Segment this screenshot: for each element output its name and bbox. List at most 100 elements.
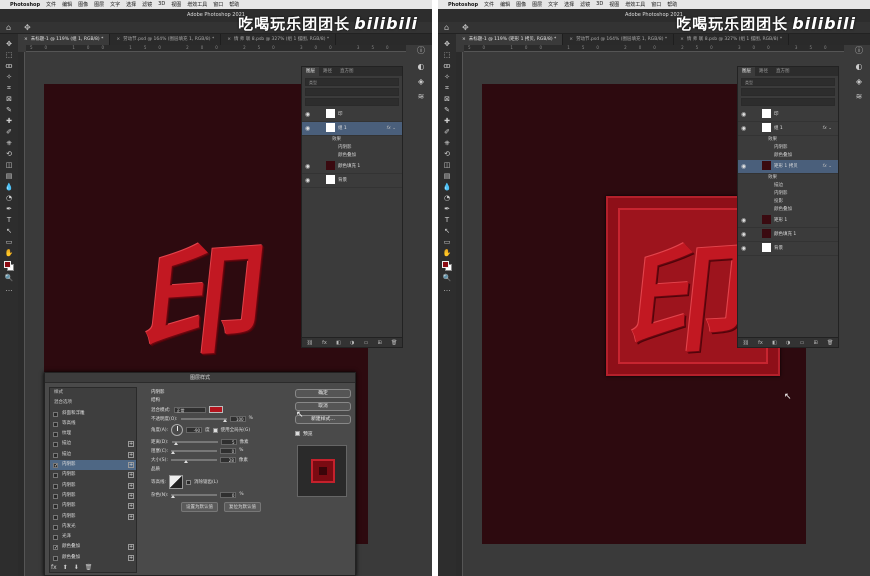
color-swatches[interactable] (441, 260, 453, 272)
channels-icon[interactable]: ≋ (856, 92, 863, 101)
add-effect-icon[interactable]: + (128, 554, 134, 561)
effect-item[interactable]: 内阴影 + (50, 481, 136, 491)
effects-header[interactable]: 效果 (738, 174, 838, 182)
move-up-icon[interactable]: ⬆ (63, 564, 68, 571)
new-layer-icon[interactable]: ⊞ (378, 340, 382, 346)
size-slider[interactable] (170, 458, 217, 463)
menu-6[interactable]: 滤镜 (580, 1, 590, 8)
menu-11[interactable]: 帮助 (667, 1, 677, 8)
effect-checkbox[interactable] (53, 543, 58, 554)
link-icon[interactable]: ⛓ (743, 340, 749, 346)
layer-row[interactable]: ◉ 背景 (738, 242, 838, 256)
size-input[interactable]: 28 (219, 456, 236, 463)
panel-tab[interactable]: 路径 (755, 67, 772, 76)
gradient-icon[interactable]: ▤ (441, 172, 453, 181)
effect-checkbox[interactable] (53, 555, 58, 561)
stamp-icon[interactable]: ⎈ (441, 139, 453, 148)
path-select-icon[interactable]: ↖ (3, 227, 15, 236)
color-swatches[interactable] (3, 260, 15, 272)
menu-7[interactable]: 3D (596, 1, 603, 8)
doc-tab[interactable]: × 未标题-1 @ 119% (组 1, RGB/8) * (18, 34, 111, 45)
effect-checkbox[interactable] (53, 421, 58, 427)
lock-row[interactable] (305, 98, 399, 106)
move-tool-option-icon[interactable]: ✥ (462, 23, 469, 32)
menu-8[interactable]: 视图 (171, 1, 181, 8)
menu-9[interactable]: 增效工具 (187, 1, 207, 8)
effect-item[interactable]: 内发光 (50, 522, 136, 532)
adjustment-icon[interactable]: ◑ (350, 340, 354, 346)
effects-header[interactable]: 效果 (738, 136, 838, 144)
add-effect-icon[interactable]: + (128, 513, 134, 520)
eraser-icon[interactable]: ◫ (3, 161, 15, 170)
effect-item[interactable]: 内阴影 + (50, 460, 136, 471)
app-menu[interactable]: Photoshop (448, 2, 478, 8)
doc-tab[interactable]: × 未标题-1 @ 119% (矩形 1 拷贝, RGB/8) * (456, 34, 564, 45)
ok-button[interactable]: 确定 (295, 389, 351, 398)
effect-row[interactable]: 内阴影 (302, 144, 402, 152)
effect-checkbox[interactable] (53, 483, 58, 489)
contour-picker[interactable] (169, 475, 184, 489)
visibility-eye-icon[interactable]: ◉ (305, 122, 310, 136)
crop-icon[interactable]: ⌗ (441, 84, 453, 93)
menu-7[interactable]: 3D (158, 1, 165, 8)
opacity-input[interactable]: 100 (229, 415, 246, 422)
effect-checkbox[interactable] (53, 535, 58, 541)
layer-filter[interactable]: 类型 (305, 78, 399, 86)
effect-checkbox[interactable] (53, 442, 58, 448)
frame-icon[interactable]: ⊠ (441, 95, 453, 104)
effect-row[interactable]: 描边 (738, 182, 838, 190)
effect-checkbox[interactable] (53, 461, 58, 471)
effect-item[interactable]: 内阴影 + (50, 470, 136, 480)
pen-icon[interactable]: ✒ (3, 205, 15, 214)
effect-item[interactable]: 斜面和浮雕 (50, 409, 136, 419)
menu-3[interactable]: 图层 (94, 1, 104, 8)
home-icon[interactable]: ⌂ (444, 23, 449, 32)
panel-tab[interactable]: 图层 (302, 67, 319, 76)
visibility-eye-icon[interactable]: ◉ (305, 108, 310, 122)
menu-2[interactable]: 图像 (516, 1, 526, 8)
menu-0[interactable]: 文件 (46, 1, 56, 8)
adjustment-icon[interactable]: ◑ (786, 340, 790, 346)
close-tab-icon[interactable]: × (462, 37, 466, 42)
preview-toggle[interactable]: 预览 (295, 430, 351, 437)
effect-item[interactable]: 内阴影 + (50, 512, 136, 522)
preview-checkbox[interactable] (295, 431, 300, 436)
effect-checkbox[interactable] (53, 493, 58, 499)
distance-input[interactable]: 5 (220, 438, 237, 445)
distance-slider[interactable] (171, 440, 218, 445)
doc-tab[interactable]: × 劳动节.psd @ 164% (图层填充 1, RGB/8) * (110, 34, 222, 45)
angle-input[interactable]: -90 (186, 427, 203, 433)
app-menu[interactable]: Photoshop (10, 2, 40, 8)
reset-default-button[interactable]: 复位为默认值 (224, 501, 261, 512)
lock-row[interactable] (741, 98, 835, 106)
menu-1[interactable]: 编辑 (62, 1, 72, 8)
antialias-checkbox[interactable] (186, 479, 192, 485)
healing-icon[interactable]: ✚ (3, 117, 15, 126)
effect-row[interactable]: 颜色叠加 (738, 152, 838, 160)
brush-icon[interactable]: ✐ (3, 128, 15, 137)
visibility-eye-icon[interactable]: ◉ (741, 160, 746, 174)
effect-checkbox[interactable] (53, 411, 58, 417)
add-effect-icon[interactable]: + (128, 451, 134, 458)
delete-effect-icon[interactable]: 🗑 (85, 564, 93, 571)
eraser-icon[interactable]: ◫ (441, 161, 453, 170)
layer-row[interactable]: ◉ 印 (738, 108, 838, 122)
close-tab-icon[interactable]: × (116, 37, 120, 42)
effect-checkbox[interactable] (53, 504, 58, 510)
close-tab-icon[interactable]: × (227, 37, 231, 42)
menu-10[interactable]: 窗口 (213, 1, 223, 8)
panel-tab[interactable]: 直方图 (336, 67, 358, 76)
trash-icon[interactable]: 🗑 (391, 340, 397, 346)
add-effect-icon[interactable]: + (128, 482, 134, 489)
link-icon[interactable]: ⛓ (307, 340, 313, 346)
crop-icon[interactable]: ⌗ (3, 84, 15, 93)
close-tab-icon[interactable]: × (680, 37, 684, 42)
add-effect-icon[interactable]: + (128, 544, 134, 551)
effect-checkbox[interactable] (53, 514, 58, 520)
eyedropper-icon[interactable]: ✎ (3, 106, 15, 115)
history-brush-icon[interactable]: ⟲ (3, 150, 15, 159)
menu-9[interactable]: 增效工具 (625, 1, 645, 8)
layer-row[interactable]: ◉ 组 1 fx ⌄ (738, 122, 838, 136)
info-icon[interactable]: ⓘ (417, 45, 425, 56)
visibility-eye-icon[interactable]: ◉ (305, 160, 310, 174)
